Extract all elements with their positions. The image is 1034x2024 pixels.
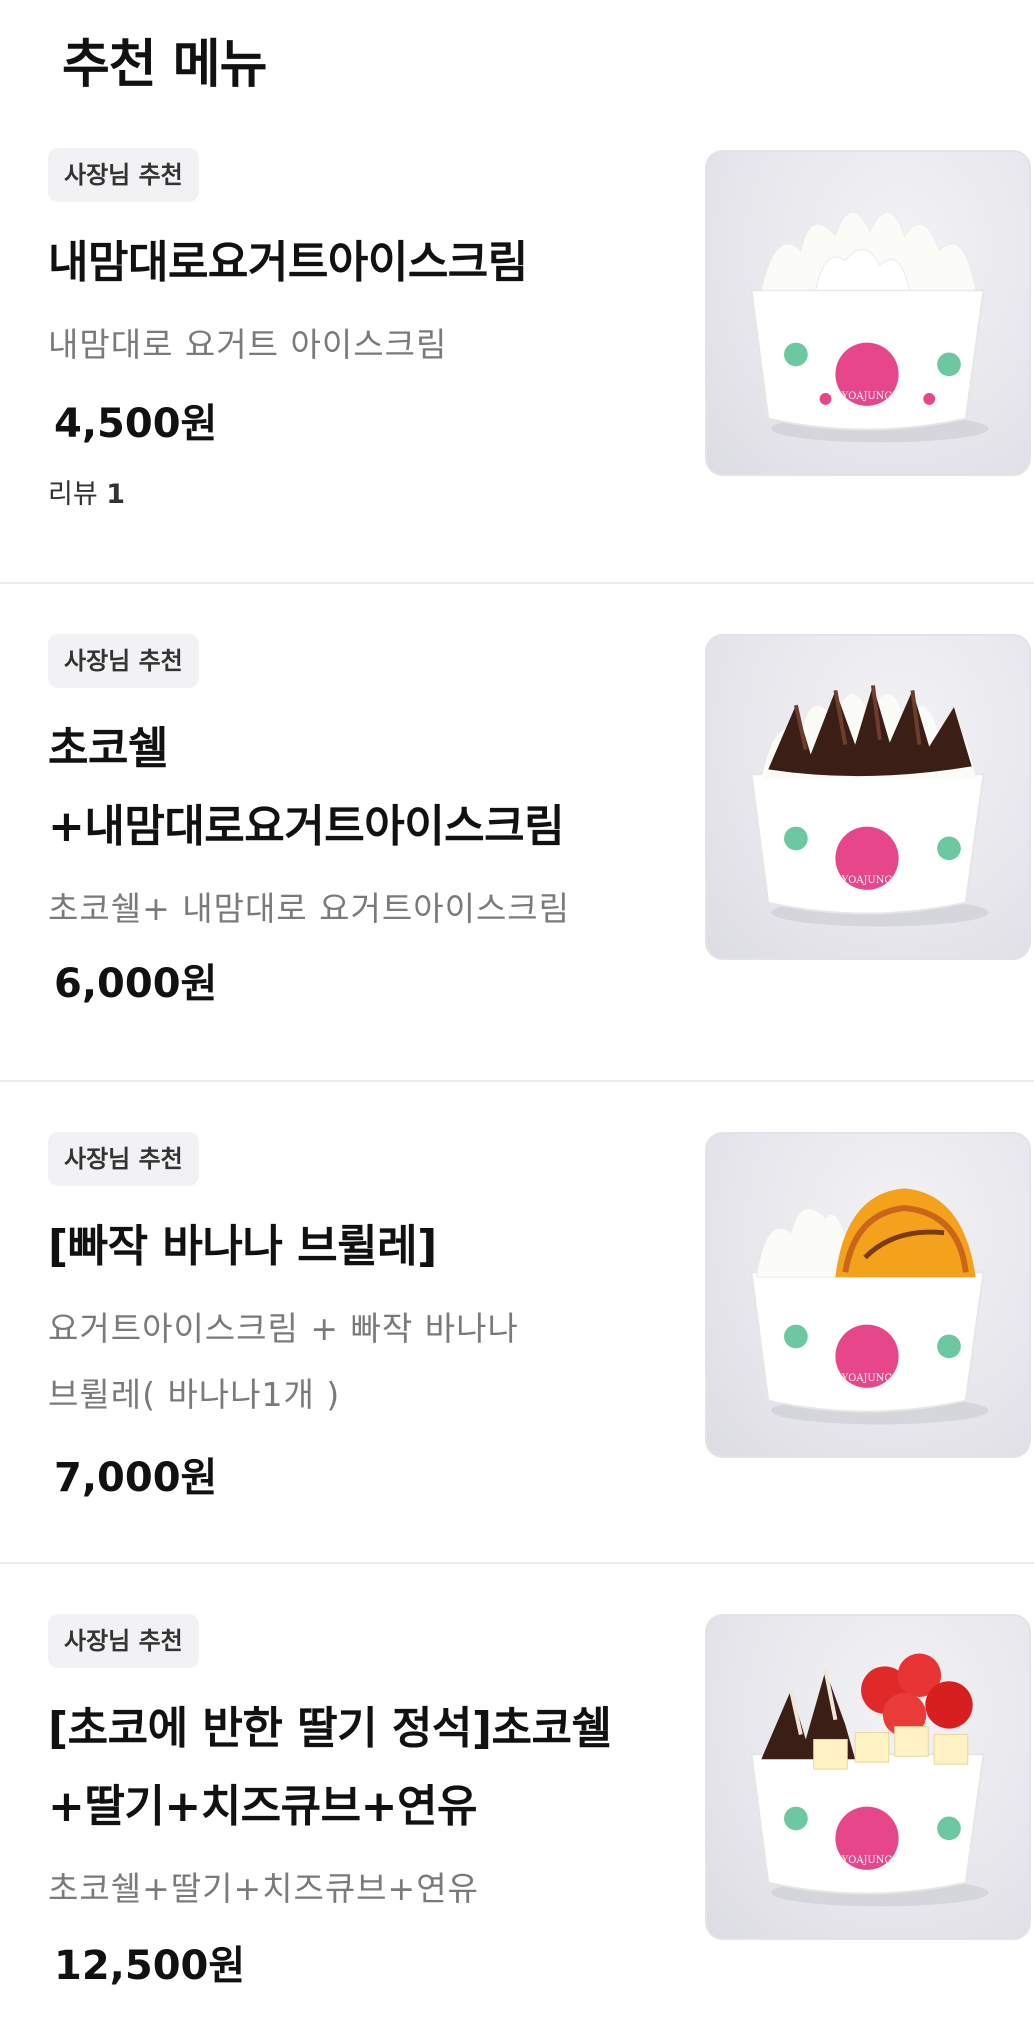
review-number: 1 [106, 479, 126, 510]
review-label: 리뷰 [48, 479, 98, 510]
recommend-badge: 사장님 추천 [48, 1614, 199, 1668]
cup-label: YOAJUNG [841, 1373, 893, 1384]
menu-item-info: 사장님 추천 초코쉘+내맘대로요거트아이스크림 초코쉘+ 내맘대로 요거트아이스… [48, 634, 678, 1016]
menu-item-name: [빠작 바나나 브륄레] [48, 1221, 437, 1272]
recommend-badge: 사장님 추천 [48, 148, 199, 202]
menu-item-description: 초코쉘+ 내맘대로 요거트아이스크림 [48, 889, 571, 928]
choco-yogurt-cup-icon[interactable]: YOAJUNG [705, 634, 1031, 960]
menu-item-name: [초코에 반한 딸기 정석]초코쉘+딸기+치즈큐브+연유 [48, 1703, 612, 1832]
menu-item[interactable]: 사장님 추천 내맘대로요거트아이스크림 내맘대로 요거트 아이스크림 4,500… [0, 120, 1034, 586]
strawberry-choco-cup-icon[interactable]: YOAJUNG [705, 1614, 1031, 1940]
menu-item-info: 사장님 추천 [초코에 반한 딸기 정석]초코쉘+딸기+치즈큐브+연유 초코쉘+… [48, 1614, 688, 1998]
recommend-badge: 사장님 추천 [48, 634, 199, 688]
menu-item-name: 내맘대로요거트아이스크림 [48, 237, 528, 288]
menu-item-info: 사장님 추천 내맘대로요거트아이스크림 내맘대로 요거트 아이스크림 4,500… [48, 148, 678, 511]
section-title: 추천 메뉴 [62, 35, 267, 95]
cup-label: YOAJUNG [841, 391, 893, 402]
cup-label: YOAJUNG [841, 1855, 893, 1866]
menu-item-price: 6,000원 [54, 961, 218, 1007]
menu-item-description: 요거트아이스크림 + 빠작 바나나 브륄레( 바나나1개 ) [48, 1296, 678, 1428]
menu-item[interactable]: 사장님 추천 [빠작 바나나 브륄레] 요거트아이스크림 + 빠작 바나나 브륄… [0, 1084, 1034, 1566]
menu-page: 추천 메뉴 사장님 추천 내맘대로요거트아이스크림 내맘대로 요거트 아이스크림… [0, 0, 1034, 2024]
banana-brulee-cup-icon[interactable]: YOAJUNG [705, 1132, 1031, 1458]
menu-item-description: 초코쉘+딸기+치즈큐브+연유 [48, 1869, 479, 1908]
menu-item-price: 12,500원 [54, 1943, 246, 1989]
item-divider [0, 582, 1034, 584]
menu-item-price: 4,500원 [54, 401, 218, 447]
menu-item-info: 사장님 추천 [빠작 바나나 브륄레] 요거트아이스크림 + 빠작 바나나 브륄… [48, 1132, 678, 1510]
recommend-badge: 사장님 추천 [48, 1132, 199, 1186]
description-line: 브륄레( 바나나1개 ) [48, 1375, 341, 1414]
cup-label: YOAJUNG [841, 875, 893, 886]
item-divider [0, 1080, 1034, 1082]
menu-item[interactable]: 사장님 추천 초코쉘+내맘대로요거트아이스크림 초코쉘+ 내맘대로 요거트아이스… [0, 586, 1034, 1084]
description-line: 요거트아이스크림 + 빠작 바나나 [48, 1309, 519, 1348]
item-divider [0, 1562, 1034, 1564]
yogurt-cup-icon[interactable]: YOAJUNG [705, 150, 1031, 476]
review-count[interactable]: 리뷰 1 [48, 472, 678, 511]
menu-item-price: 7,000원 [54, 1455, 218, 1501]
menu-item[interactable]: 사장님 추천 [초코에 반한 딸기 정석]초코쉘+딸기+치즈큐브+연유 초코쉘+… [0, 1566, 1034, 2024]
menu-item-name: 초코쉘+내맘대로요거트아이스크림 [48, 723, 565, 852]
menu-item-description: 내맘대로 요거트 아이스크림 [48, 325, 448, 364]
